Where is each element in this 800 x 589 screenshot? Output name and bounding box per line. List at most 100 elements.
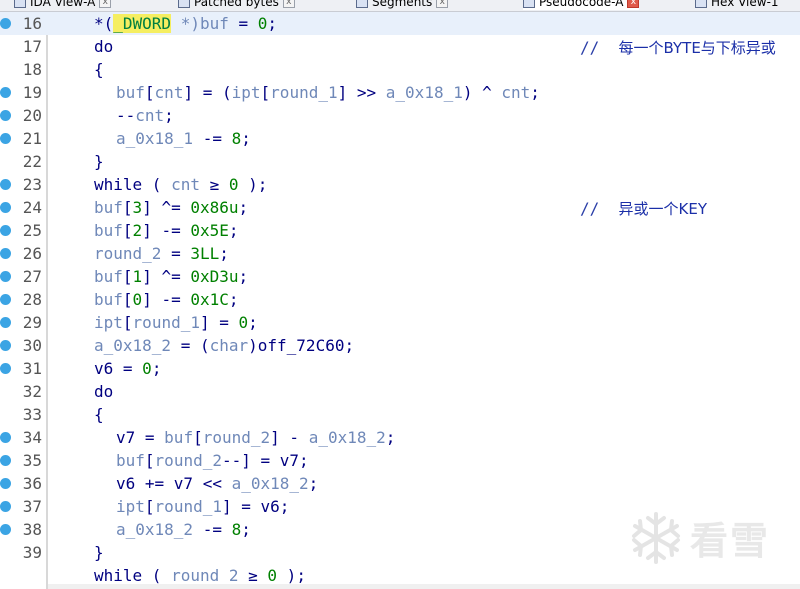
breakpoint-dot-icon[interactable]	[0, 87, 11, 98]
code-line[interactable]: 34 v7 = buf[round_2] - a_0x18_2;	[0, 426, 800, 449]
code-token: ] = (	[183, 83, 232, 102]
line-number: 23	[22, 175, 42, 194]
code-token: ] ^=	[142, 198, 191, 217]
breakpoint-dot-icon[interactable]	[0, 455, 11, 466]
tab-label: Hex View-1	[711, 0, 779, 9]
code-line[interactable]: 36 v6 += v7 << a_0x18_2;	[0, 472, 800, 495]
code-token: ≥	[238, 566, 268, 585]
code-token: 3	[132, 198, 143, 217]
code-line[interactable]: 21 a_0x18_1 -= 8;	[0, 127, 800, 150]
line-number: 36	[22, 474, 42, 493]
code-text: a_0x18_2 -= 8;	[116, 520, 251, 539]
code-line[interactable]: 35 buf[round_2--] = v7;	[0, 449, 800, 472]
code-token: ;	[248, 313, 258, 332]
code-token: do	[94, 382, 114, 401]
code-text: do	[94, 37, 113, 56]
code-line[interactable]: 23 while ( cnt ≥ 0 );	[0, 173, 800, 196]
breakpoint-dot-icon[interactable]	[0, 271, 11, 282]
breakpoint-dot-icon[interactable]	[0, 225, 11, 236]
snowflake-icon	[632, 511, 680, 564]
code-token: 1	[132, 267, 143, 286]
code-line[interactable]: 25 buf[2] -= 0x5E;	[0, 219, 800, 242]
code-token: *)	[171, 14, 200, 33]
breakpoint-dot-icon[interactable]	[0, 432, 11, 443]
code-line[interactable]: 29 ipt[round_1] = 0;	[0, 311, 800, 334]
close-icon[interactable]: x	[282, 0, 295, 8]
code-text: while ( round_2 ≥ 0 );	[94, 566, 306, 585]
code-token: ] -	[270, 428, 309, 447]
code-token: ;	[241, 129, 251, 148]
horizontal-scrollbar[interactable]	[48, 584, 800, 589]
tab-ida-view-a[interactable]: IDA View-A x	[14, 0, 112, 10]
code-token: round_2	[171, 566, 239, 585]
code-token: v6	[260, 497, 280, 516]
code-token: buf	[164, 428, 194, 447]
code-line[interactable]: 19 buf[cnt] = (ipt[round_1] >> a_0x18_1)…	[0, 81, 800, 104]
breakpoint-dot-icon[interactable]	[0, 294, 11, 305]
breakpoint-dot-icon[interactable]	[0, 110, 11, 121]
code-token: buf	[199, 14, 229, 33]
breakpoint-dot-icon[interactable]	[0, 478, 11, 489]
code-token: v7	[116, 428, 136, 447]
breakpoint-dot-icon[interactable]	[0, 524, 11, 535]
code-token: =	[135, 428, 165, 447]
breakpoint-dot-icon[interactable]	[0, 340, 11, 351]
code-line[interactable]: 18 {	[0, 58, 800, 81]
code-text: {	[94, 405, 104, 424]
code-text: do	[94, 382, 113, 401]
hex-view-icon	[695, 0, 707, 8]
breakpoint-dot-icon[interactable]	[0, 501, 11, 512]
breakpoint-dot-icon[interactable]	[0, 317, 11, 328]
code-line[interactable]: 16 *(_DWORD *)buf = 0;	[0, 12, 800, 35]
code-token: ipt	[94, 313, 123, 332]
breakpoint-dot-icon[interactable]	[0, 133, 11, 144]
close-icon[interactable]: x	[627, 0, 640, 8]
comment-slashes: //	[580, 199, 600, 218]
code-line[interactable]: 24 buf[3] ^= 0x86u; // 异或一个KEY	[0, 196, 800, 219]
code-text: buf[cnt] = (ipt[round_1] >> a_0x18_1) ^ …	[116, 83, 540, 102]
code-line[interactable]: 33 {	[0, 403, 800, 426]
code-token: round_1	[132, 313, 200, 332]
code-token: 0	[238, 313, 249, 332]
kanxue-watermark: 看雪	[628, 505, 788, 570]
close-icon[interactable]: x	[436, 0, 449, 8]
breakpoint-dot-icon[interactable]	[0, 179, 11, 190]
code-token: <<	[193, 474, 232, 493]
breakpoint-dot-icon[interactable]	[0, 202, 11, 213]
code-line[interactable]: 27 buf[1] ^= 0xD3u;	[0, 265, 800, 288]
breakpoint-dot-icon[interactable]	[0, 363, 11, 374]
code-token: buf	[116, 451, 145, 470]
tab-patched-bytes[interactable]: Patched bytes x	[178, 0, 295, 10]
code-line[interactable]: 17 do // 每一个BYTE与下标异或	[0, 35, 800, 58]
code-line[interactable]: 30 a_0x18_2 = (char)off_72C60;	[0, 334, 800, 357]
close-icon[interactable]: x	[99, 0, 112, 8]
code-line[interactable]: 31 v6 = 0;	[0, 357, 800, 380]
code-text: a_0x18_1 -= 8;	[116, 129, 251, 148]
code-token: ] -=	[142, 221, 191, 240]
code-line[interactable]: 28 buf[0] -= 0x1C;	[0, 288, 800, 311]
code-line[interactable]: 32 do	[0, 380, 800, 403]
line-number: 16	[22, 14, 42, 33]
tab-pseudocode-a[interactable]: Pseudocode-A x	[523, 0, 640, 10]
code-text: a_0x18_2 = (char)off_72C60;	[94, 336, 354, 355]
code-token: cnt	[501, 83, 531, 102]
comment-text: 异或一个KEY	[618, 200, 708, 218]
segments-icon	[356, 0, 368, 8]
code-comment: // 每一个BYTE与下标异或	[580, 37, 776, 58]
line-number: 37	[22, 497, 42, 516]
line-number: 38	[22, 520, 42, 539]
line-number: 26	[22, 244, 42, 263]
breakpoint-dot-icon[interactable]	[0, 18, 11, 29]
code-line[interactable]: 22 }	[0, 150, 800, 173]
code-text: round_2 = 3LL;	[94, 244, 229, 263]
code-line[interactable]: 20 --cnt;	[0, 104, 800, 127]
code-token: ) ^	[462, 83, 502, 102]
code-token: ;	[164, 106, 174, 125]
breakpoint-dot-icon[interactable]	[0, 248, 11, 259]
code-line[interactable]: 26 round_2 = 3LL;	[0, 242, 800, 265]
code-token: ;	[228, 221, 239, 240]
tab-segments[interactable]: Segments x	[356, 0, 449, 10]
line-number: 19	[22, 83, 42, 102]
line-number: 34	[22, 428, 42, 447]
tab-hex-view-1[interactable]: Hex View-1	[695, 0, 779, 10]
